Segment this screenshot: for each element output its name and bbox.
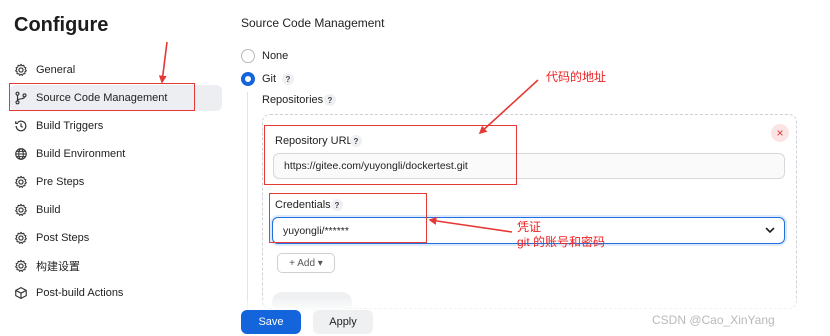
annotation-arrows — [158, 41, 539, 233]
annotation-credentials-note-2: git 的账号和密码 — [517, 235, 606, 249]
arrow-to-repo-url — [478, 79, 539, 135]
arrow-to-credentials — [428, 216, 513, 233]
annotation-repo-url-note: 代码的地址 — [546, 70, 607, 84]
watermark: CSDN @Cao_XinYang — [652, 313, 775, 327]
arrow-to-scm — [158, 41, 168, 84]
